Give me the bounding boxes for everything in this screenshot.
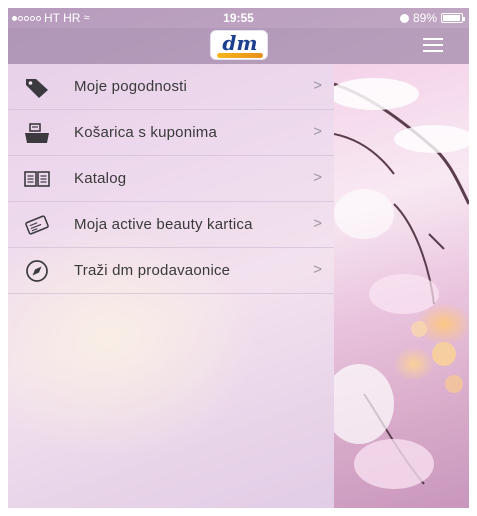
menu-item-label: Moje pogodnosti [74,78,188,95]
compass-icon [24,259,50,283]
status-right: 89% [399,11,465,25]
hamburger-menu-button[interactable] [423,38,443,52]
snow-branch-image [334,78,469,489]
dm-logo[interactable]: dm [210,30,268,60]
catalog-icon [24,167,50,191]
chevron-right-icon: > [313,169,322,186]
logo-swoosh [217,53,263,58]
battery-percent: 89% [412,11,437,25]
chevron-right-icon: > [313,215,322,232]
side-menu: Moje pogodnosti > Košarica s kuponima > [8,64,334,508]
menu-item-active-beauty-kartica[interactable]: Moja active beauty kartica > [8,202,334,248]
menu-item-label: Moja active beauty kartica [74,216,253,233]
card-icon [24,213,50,237]
chevron-right-icon: > [313,261,322,278]
hamburger-icon [423,38,443,40]
app-screen: HT HR ≈ 19:55 89% dm Moje pogodnosti > K… [8,8,469,508]
logo-text: dm [222,31,258,55]
menu-item-label: Katalog [74,170,127,187]
menu-item-label: Traži dm prodavaonice [74,262,231,279]
alarm-icon [399,13,409,23]
battery-icon [441,13,465,23]
menu-item-label: Košarica s kuponima [74,124,218,141]
menu-item-trazi-prodavaonice[interactable]: Traži dm prodavaonice > [8,248,334,294]
navigation-bar: dm [8,28,469,64]
menu-item-moje-pogodnosti[interactable]: Moje pogodnosti > [8,64,334,110]
status-bar: HT HR ≈ 19:55 89% [8,8,469,28]
background-photo [334,64,469,508]
cart-icon [24,121,50,145]
menu-item-katalog[interactable]: Katalog > [8,156,334,202]
menu-item-kosarica[interactable]: Košarica s kuponima > [8,110,334,156]
chevron-right-icon: > [313,77,322,94]
chevron-right-icon: > [313,123,322,140]
tag-icon [24,75,50,99]
